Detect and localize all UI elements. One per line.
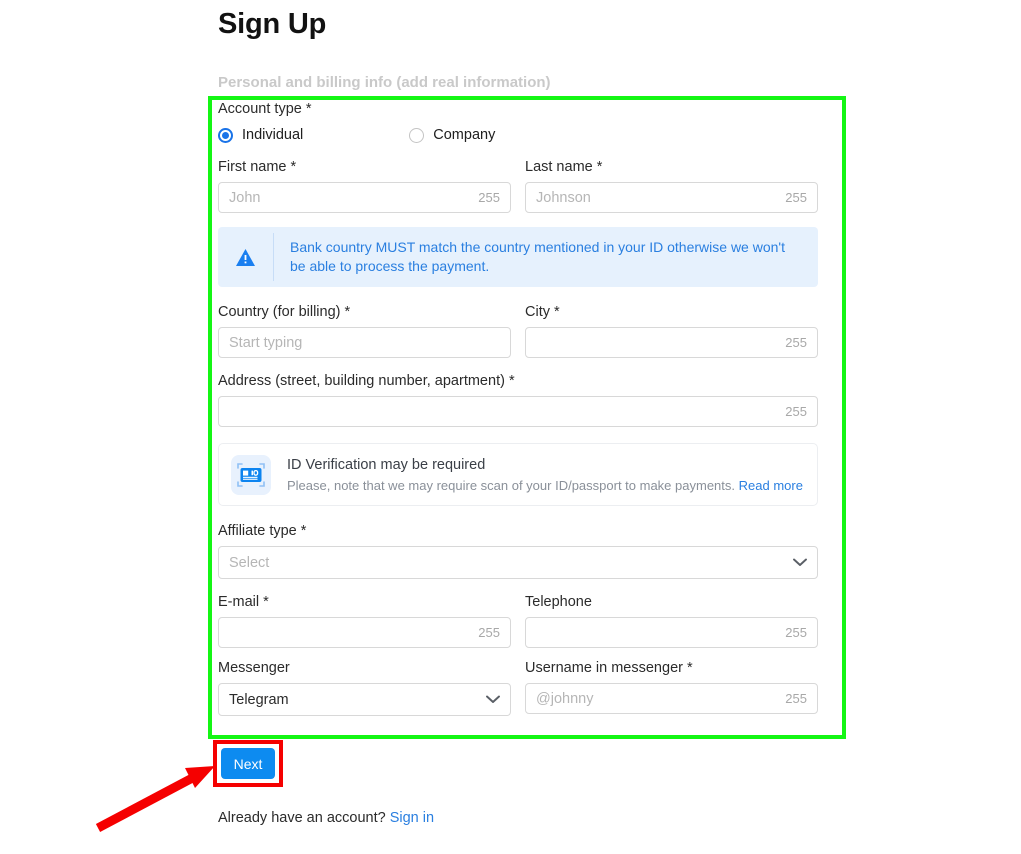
messenger-select[interactable]: Telegram [218,683,511,716]
last-name-placeholder: Johnson [536,189,591,206]
radio-individual-label: Individual [242,127,304,143]
city-counter: 255 [785,335,807,350]
affiliate-type-label: Affiliate type * [218,523,307,539]
next-button[interactable]: Next [221,748,275,779]
page-subtitle: Personal and billing info (add real info… [218,74,551,91]
name-row: First name * John 255 Last name * Johnso… [218,158,818,213]
telephone-input[interactable]: 255 [525,617,818,648]
signin-prompt-text: Already have an account? [218,810,386,826]
signup-form: Account type * Individual Company First … [218,100,818,716]
id-card-scan-icon [231,454,271,495]
email-field: E-mail * 255 [218,593,511,648]
read-more-link[interactable]: Read more [739,478,803,493]
messenger-username-counter: 255 [785,691,807,706]
sign-in-link[interactable]: Sign in [390,810,434,826]
messenger-username-label: Username in messenger * [525,660,693,676]
telephone-field: Telephone 255 [525,593,818,648]
bank-country-alert: Bank country MUST match the country ment… [218,227,818,287]
radio-company-label: Company [433,127,496,143]
email-phone-row: E-mail * 255 Telephone 255 [218,593,818,648]
affiliate-type-placeholder: Select [229,554,270,571]
country-placeholder: Start typing [229,334,303,351]
address-field: Address (street, building number, apartm… [218,372,818,427]
last-name-label: Last name * [525,159,603,175]
country-city-row: Country (for billing) * Start typing Cit… [218,303,818,358]
signup-page: Sign Up Personal and billing info (add r… [0,0,1021,854]
country-label: Country (for billing) * [218,304,351,320]
messenger-username-input[interactable]: @johnny 255 [525,683,818,714]
address-input[interactable]: 255 [218,396,818,427]
account-type-radio-group: Individual Company [218,124,818,146]
first-name-field: First name * John 255 [218,158,511,213]
id-verification-subtitle-text: Please, note that we may require scan of… [287,477,735,493]
affiliate-type-select[interactable]: Select [218,546,818,579]
city-input[interactable]: 255 [525,327,818,358]
first-name-input[interactable]: John 255 [218,182,511,213]
id-verification-body: ID Verification may be required Please, … [287,457,803,493]
messenger-row: Messenger Telegram Username in messenger… [218,659,818,716]
radio-option-company[interactable]: Company [409,127,495,143]
id-verification-title: ID Verification may be required [287,456,486,473]
affiliate-type-field: Affiliate type * Select [218,522,818,579]
city-field: City * 255 [525,303,818,358]
last-name-field: Last name * Johnson 255 [525,158,818,213]
radio-company-icon[interactable] [409,127,425,143]
email-label: E-mail * [218,594,269,610]
address-label: Address (street, building number, apartm… [218,373,515,389]
chevron-down-icon[interactable] [793,558,807,567]
first-name-label: First name * [218,159,297,175]
account-type-label: Account type * [218,101,312,117]
warning-triangle-icon [218,227,273,287]
messenger-label: Messenger [218,660,290,676]
messenger-selected-value: Telegram [229,691,289,708]
country-input[interactable]: Start typing [218,327,511,358]
email-counter: 255 [478,625,500,640]
telephone-label: Telephone [525,594,592,610]
messenger-username-placeholder: @johnny [536,690,594,707]
address-counter: 255 [785,404,807,419]
chevron-down-icon[interactable] [486,695,500,704]
radio-individual-icon[interactable] [218,127,233,143]
telephone-counter: 255 [785,625,807,640]
last-name-counter: 255 [785,190,807,205]
messenger-field: Messenger Telegram [218,659,511,716]
radio-option-individual[interactable]: Individual [218,127,303,143]
page-title: Sign Up [218,8,327,40]
bank-country-alert-text: Bank country MUST match the country ment… [290,239,785,274]
email-input[interactable]: 255 [218,617,511,648]
city-label: City * [525,304,560,320]
id-verification-subtitle: Please, note that we may require scan of… [287,478,803,493]
id-verification-panel: ID Verification may be required Please, … [218,443,818,506]
last-name-input[interactable]: Johnson 255 [525,182,818,213]
signin-prompt: Already have an account? Sign in [218,810,434,826]
messenger-username-field: Username in messenger * @johnny 255 [525,659,818,716]
first-name-placeholder: John [229,189,261,206]
first-name-counter: 255 [478,190,500,205]
country-field: Country (for billing) * Start typing [218,303,511,358]
